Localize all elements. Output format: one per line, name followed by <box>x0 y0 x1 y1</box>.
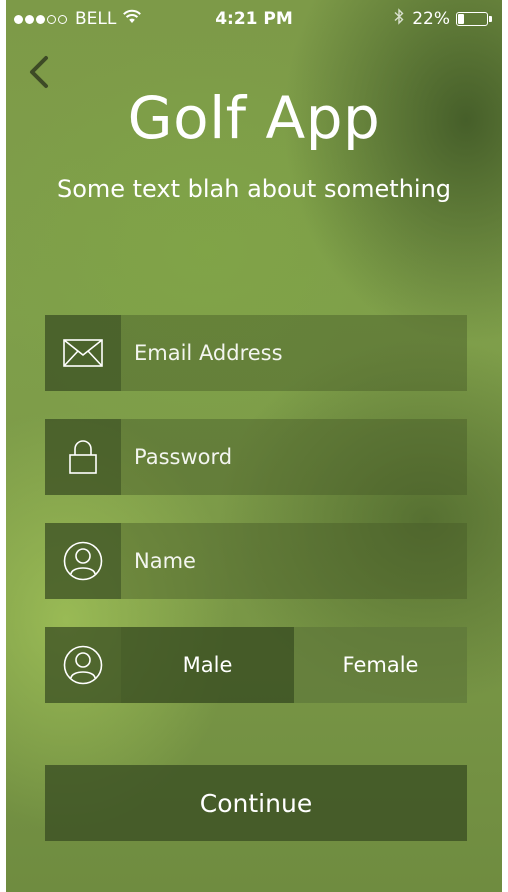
name-field[interactable] <box>45 523 467 599</box>
envelope-icon <box>63 339 103 367</box>
email-field[interactable] <box>45 315 467 391</box>
password-field[interactable] <box>45 419 467 495</box>
name-icon-box <box>45 523 121 599</box>
user-icon <box>63 541 103 581</box>
name-input[interactable] <box>121 523 467 599</box>
app-title: Golf App <box>127 84 381 152</box>
gender-option-male[interactable]: Male <box>121 627 294 703</box>
battery-icon <box>456 12 488 26</box>
user-icon <box>63 645 103 685</box>
password-input[interactable] <box>121 419 467 495</box>
email-input[interactable] <box>121 315 467 391</box>
gender-option-female[interactable]: Female <box>294 627 467 703</box>
continue-button[interactable]: Continue <box>45 765 467 841</box>
battery-percentage: 22% <box>412 9 450 29</box>
bluetooth-icon <box>394 8 404 30</box>
lock-icon <box>69 440 97 474</box>
email-icon-box <box>45 315 121 391</box>
battery-tip <box>489 16 492 22</box>
signup-screen: BELL 4:21 PM 22% Golf App Some text blah… <box>6 0 502 892</box>
battery-level-fill <box>458 14 464 24</box>
status-right: 22% <box>394 8 492 30</box>
app-subtitle: Some text blah about something <box>56 175 452 203</box>
status-bar: BELL 4:21 PM 22% <box>6 0 502 40</box>
gender-selector: Male Female <box>45 627 467 703</box>
password-icon-box <box>45 419 121 495</box>
gender-icon-box <box>45 627 121 703</box>
